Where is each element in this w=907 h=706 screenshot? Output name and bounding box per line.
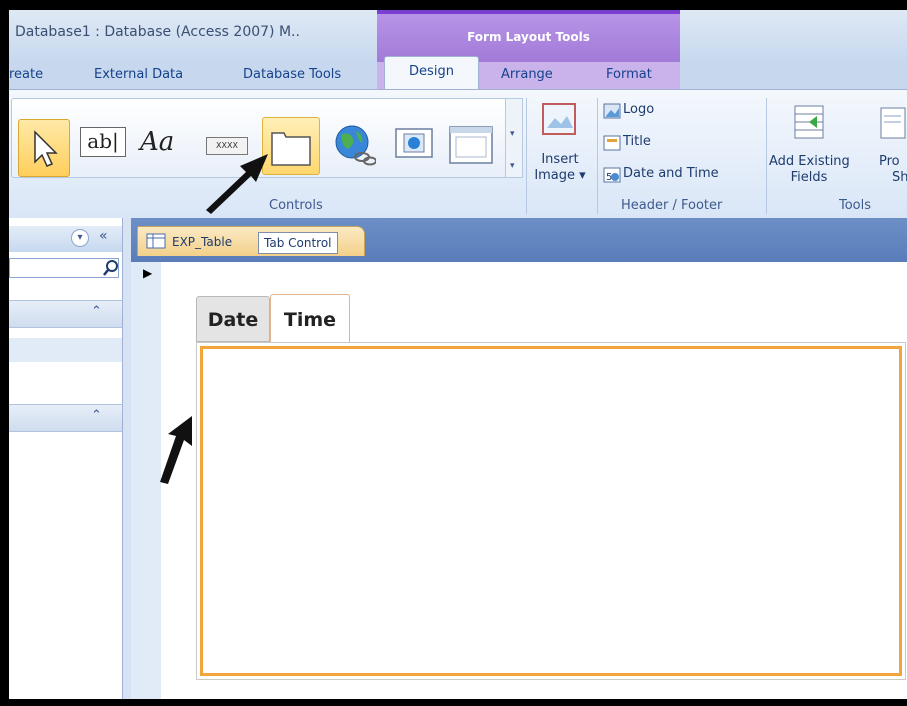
header-footer-group-label: Header / Footer [621,198,723,213]
document-tab-bar: EXP_Table [131,218,907,262]
search-icon[interactable] [101,258,121,278]
add-existing-fields-label-1: Add Existing [769,154,850,169]
selected-control-outline [200,346,902,676]
property-sheet-label-2: Sh [892,170,907,185]
controls-group-label: Controls [269,198,323,213]
logo-button[interactable]: Logo [623,102,654,117]
property-sheet-icon [880,107,906,139]
record-selector-icon[interactable]: ▶ [143,266,152,280]
add-existing-fields-label-2: Fields [790,170,828,185]
nav-pane-splitter[interactable] [122,218,131,706]
subform-button[interactable] [446,121,493,171]
collapse-group-icon[interactable]: ⌃ [91,304,102,319]
pointer-arrow-icon [34,130,58,167]
textbox-button[interactable]: ab| [78,121,126,171]
window-bottom-border [9,699,907,706]
shutter-bar-close-icon[interactable]: « [99,228,108,244]
nav-menu-dropdown-icon[interactable]: ▾ [71,229,89,247]
label-control-text: Aa [140,127,175,157]
logo-icon [603,102,621,120]
tab-control-page-area[interactable] [196,342,906,680]
tab-page-date-label: Date [207,309,259,331]
nav-group-header[interactable]: ⌃ [9,300,122,328]
window-title: Database1 : Database (Access 2007) M.. [15,24,300,40]
tab-page-time[interactable]: Time [270,294,350,346]
access-window: Database1 : Database (Access 2007) M.. F… [0,0,907,706]
tab-page-date[interactable]: Date [196,296,270,342]
ribbon: ab| Aa XXXX ▾ ▾ Controls Insert Image ▾ … [9,89,907,219]
textbox-label: ab| [80,127,126,157]
globe-link-icon [335,125,376,166]
annotation-arrow-icon [160,416,192,484]
collapse-group-icon[interactable]: ⌃ [91,408,102,423]
chevron-down-icon: ▾ [510,129,515,139]
add-existing-fields-icon [794,105,824,139]
image-control-button[interactable] [392,121,438,171]
navigation-pane: ▾ « ⌃ ⌃ [9,218,123,706]
tooltip: Tab Control [258,232,338,254]
tab-page-time-label: Time [283,309,337,331]
group-separator [766,98,767,214]
title-icon [603,134,621,152]
add-existing-fields-button[interactable]: Add Existing Fields [769,100,850,196]
date-time-icon: 5 [603,166,621,184]
insert-image-icon [542,103,576,135]
nav-item[interactable] [9,338,122,362]
insert-image-button[interactable]: Insert Image ▾ [529,100,591,196]
document-tab-label: EXP_Table [172,235,233,249]
title-button[interactable]: Title [623,134,651,149]
ribbon-tab-strip-right [680,62,907,90]
hyperlink-button[interactable] [330,121,376,171]
image-control-icon [395,128,433,158]
nav-group-header[interactable]: ⌃ [9,404,122,432]
property-sheet-label-1: Pro [879,154,900,169]
date-and-time-button[interactable]: Date and Time [623,166,719,181]
tab-design[interactable]: Design [384,56,479,90]
select-pointer-button[interactable] [18,119,70,177]
gallery-expand-icon: ▾ [510,161,515,171]
insert-image-label-1: Insert [541,152,579,167]
navigation-pane-header: ▾ « [9,226,122,252]
gallery-more-button[interactable]: ▾ ▾ [505,98,523,178]
insert-image-label-2: Image ▾ [534,168,586,183]
annotation-arrow-icon [206,154,268,214]
form-icon [146,233,166,249]
contextual-tools-header: Form Layout Tools [377,10,680,62]
tab-control-icon [271,132,311,166]
group-separator [526,98,527,214]
tools-group-label: Tools [839,198,872,213]
subform-icon [449,126,493,164]
property-sheet-button[interactable]: Pro Sh [851,100,907,196]
form-layout-tools-label: Form Layout Tools [467,30,590,44]
form-selector-column: ▶ [131,262,162,706]
label-button[interactable]: Aa [140,121,186,171]
group-separator [597,98,598,214]
